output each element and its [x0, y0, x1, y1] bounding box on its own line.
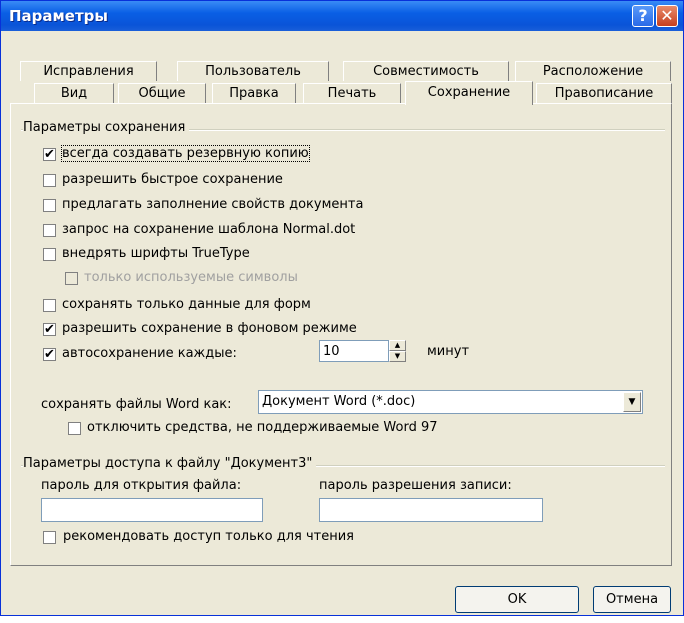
option-checkbox-1[interactable] [43, 174, 56, 187]
check-icon: ✔ [44, 147, 55, 162]
option-checkbox-3[interactable] [43, 224, 56, 237]
option-checkbox-5 [65, 272, 78, 285]
autosave-spinner[interactable]: ▲ ▼ [389, 340, 406, 362]
spin-up-icon[interactable]: ▲ [389, 340, 406, 351]
ok-button[interactable]: OK [455, 586, 579, 613]
option-checkbox-8[interactable]: ✔ [43, 348, 56, 361]
write-password-field[interactable] [319, 498, 543, 522]
option-label-8: автосохранение каждые: [62, 346, 237, 361]
option-checkbox-4[interactable] [43, 248, 56, 261]
option-checkbox-0[interactable]: ✔ [43, 148, 56, 161]
option-label-0: всегда создавать резервную копию [61, 145, 310, 162]
check-icon: ✔ [44, 322, 55, 337]
option-label-3: запрос на сохранение шаблона Normal.dot [62, 222, 356, 237]
option-label-2: предлагать заполнение свойств документа [62, 197, 364, 212]
open-password-field[interactable] [41, 498, 263, 522]
open-password-label: пароль для открытия файла: [41, 478, 242, 493]
save-as-label: сохранять файлы Word как: [41, 397, 232, 412]
spin-down-icon[interactable]: ▼ [389, 351, 406, 362]
save-as-select[interactable]: Документ Word (*.doc) [258, 390, 643, 414]
option-label-5: только используемые символы [84, 270, 298, 285]
option-label-4: внедрять шрифты TrueType [62, 246, 250, 261]
option-checkbox-6[interactable] [43, 299, 56, 312]
option-label-6: сохранять только данные для форм [62, 297, 311, 312]
write-password-label: пароль разрешения записи: [319, 478, 512, 493]
disable-features-label: отключить средства, не поддерживаемые Wo… [87, 420, 438, 435]
readonly-checkbox[interactable] [43, 531, 56, 544]
options-dialog: Параметры ? ✕ Исправления Пользователь С… [0, 0, 684, 616]
option-label-1: разрешить быстрое сохранение [62, 172, 283, 187]
readonly-label: рекомендовать доступ только для чтения [63, 529, 354, 544]
panel-content: Параметры сохранения ✔ всегда создавать р… [1, 1, 684, 617]
access-group-title: Параметры доступа к файлу "Документ3" [23, 456, 317, 471]
disable-features-checkbox[interactable] [68, 422, 81, 435]
option-checkbox-7[interactable]: ✔ [43, 323, 56, 336]
save-group-title: Параметры сохранения [23, 120, 190, 135]
option-checkbox-2[interactable] [43, 199, 56, 212]
cancel-button[interactable]: Отмена [593, 586, 671, 613]
chevron-down-icon[interactable]: ▼ [623, 392, 641, 412]
option-label-7: разрешить сохранение в фоновом режиме [62, 321, 357, 336]
autosave-unit: минут [427, 344, 470, 359]
check-icon: ✔ [44, 347, 55, 362]
autosave-minutes-input[interactable]: 10 [319, 340, 389, 362]
